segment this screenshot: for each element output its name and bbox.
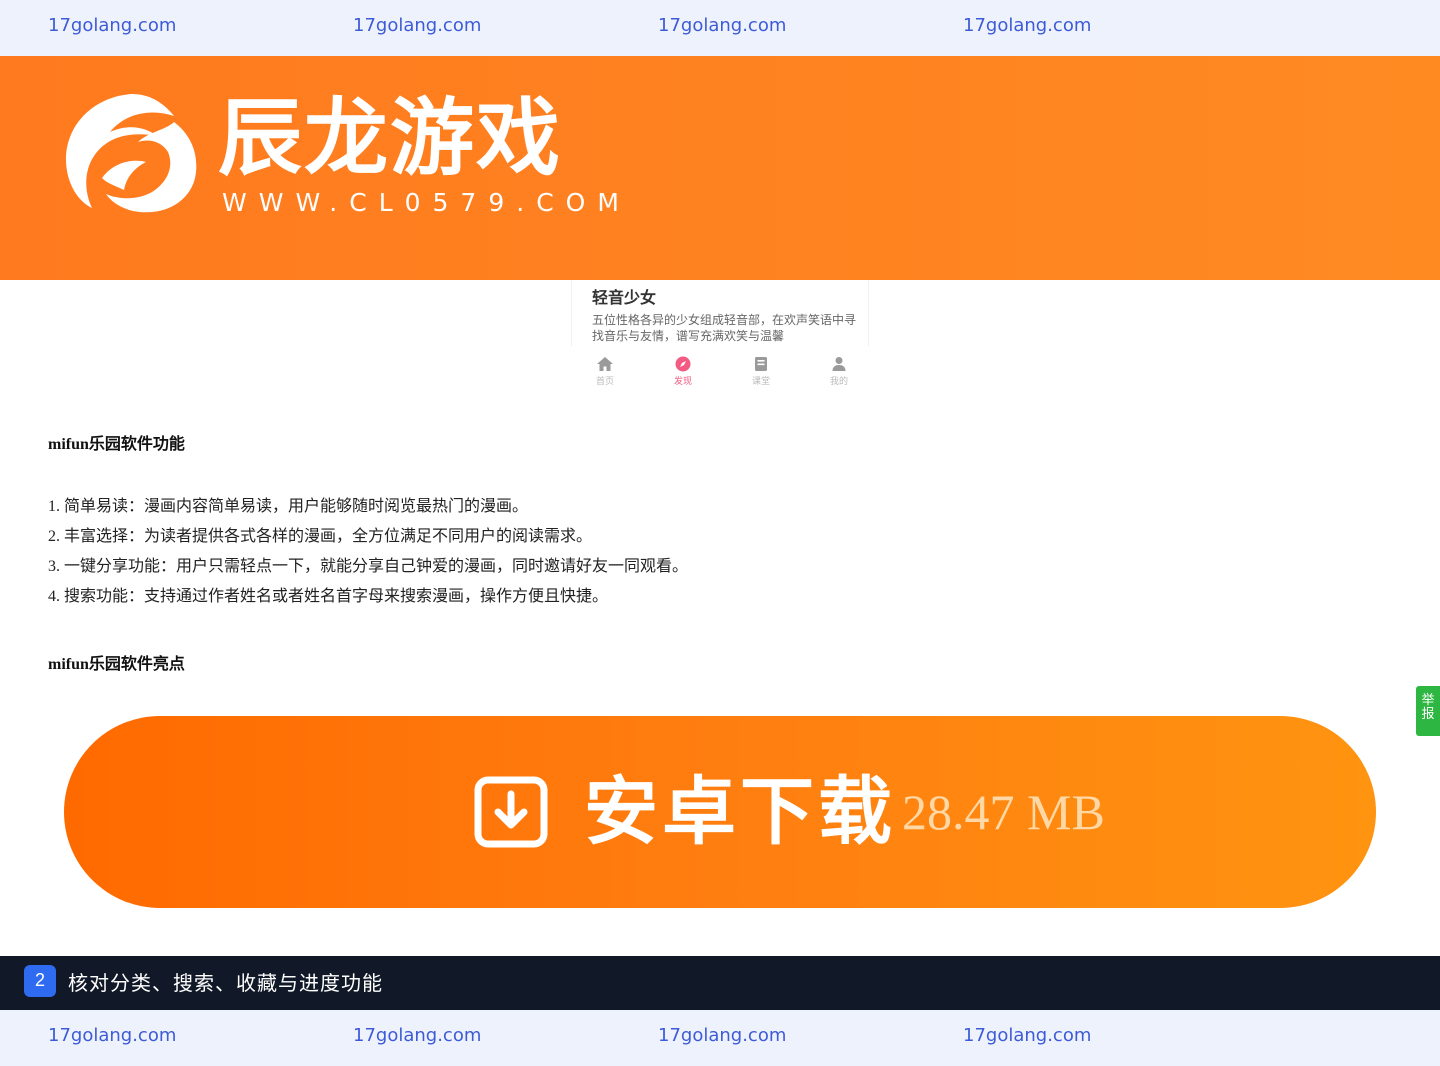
app-card-description: 五位性格各异的少女组成轻音部，在欢声笑语中寻找音乐与友情，谱写充满欢笑与温馨 [592,313,857,343]
app-nav-label: 首页 [595,376,614,386]
compass-icon [675,356,691,372]
app-preview-card: 轻音少女 五位性格各异的少女组成轻音部，在欢声笑语中寻找音乐与友情，谱写充满欢笑… [571,280,869,346]
app-nav-label: 发现 [673,376,692,386]
brand-url: WWW.CL0579.COM [222,188,631,217]
watermark-text: 17golang.com [658,1025,787,1046]
watermark-text: 17golang.com [353,1025,482,1046]
highlights-heading: mifun乐园软件亮点 [48,656,185,673]
feature-list: 1. 简单易读：漫画内容简单易读，用户能够随时阅览最热门的漫画。 2. 丰富选择… [48,492,688,612]
watermark-text: 17golang.com [48,1025,177,1046]
app-nav-classroom: 课堂 [731,352,791,387]
step-text: 核对分类、搜索、收藏与进度功能 [68,971,383,995]
list-item: 2. 丰富选择：为读者提供各式各样的漫画，全方位满足不同用户的阅读需求。 [48,528,593,545]
watermark-text: 17golang.com [963,1025,1092,1046]
app-preview-nav: 首页 发现 课堂 我的 [571,352,869,396]
app-nav-label: 我的 [829,376,848,386]
book-icon [755,357,767,371]
app-nav-label: 课堂 [751,376,770,386]
features-heading: mifun乐园软件功能 [48,436,185,453]
step-bar: 2 核对分类、搜索、收藏与进度功能 [0,956,1440,1010]
dragon-logo-icon [65,94,197,213]
watermark-text: 17golang.com [658,15,787,36]
brand-banner: 辰龙游戏 WWW.CL0579.COM [0,56,1440,280]
list-item: 4. 搜索功能：支持通过作者姓名或者姓名首字母来搜索漫画，操作方便且快捷。 [48,588,609,605]
app-card-title: 轻音少女 [592,290,657,307]
list-item: 1. 简单易读：漫画内容简单易读，用户能够随时阅览最热门的漫画。 [48,498,529,515]
watermark-text: 17golang.com [48,15,177,36]
report-button[interactable]: 举报 [1416,686,1440,736]
user-icon [832,357,846,371]
download-size: 28.47 MB [902,784,1105,840]
list-item: 3. 一键分享功能：用户只需轻点一下，就能分享自己钟爱的漫画，同时邀请好友一同观… [48,558,689,575]
home-icon [597,357,613,371]
app-nav-home: 首页 [575,352,635,387]
watermark-text: 17golang.com [963,15,1092,36]
watermark-text: 17golang.com [353,15,482,36]
brand-name: 辰龙游戏 [218,89,563,187]
download-icon [474,776,548,848]
step-number-badge: 2 [24,965,56,997]
app-nav-discover: 发现 [653,352,713,387]
download-label: 安卓下载 [584,769,896,855]
bottom-watermark-bar: 17golang.com 17golang.com 17golang.com 1… [0,1010,1440,1066]
app-nav-mine: 我的 [809,352,869,387]
android-download-button[interactable]: 安卓下载 28.47 MB [64,716,1376,908]
top-watermark-bar: 17golang.com 17golang.com 17golang.com 1… [0,0,1440,56]
